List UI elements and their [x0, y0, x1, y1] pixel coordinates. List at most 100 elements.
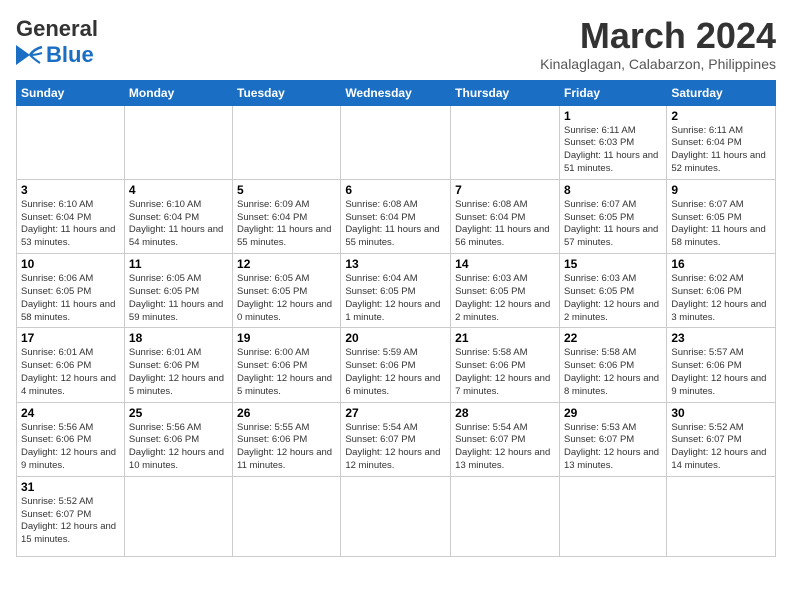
day-info: Sunrise: 5:58 AM Sunset: 6:06 PM Dayligh… — [564, 347, 662, 398]
day-info: Sunrise: 6:00 AM Sunset: 6:06 PM Dayligh… — [237, 347, 336, 398]
day-number: 13 — [345, 257, 446, 271]
calendar-cell-w4-d5: 21Sunrise: 5:58 AM Sunset: 6:06 PM Dayli… — [451, 328, 560, 402]
calendar-cell-w5-d1: 24Sunrise: 5:56 AM Sunset: 6:06 PM Dayli… — [17, 402, 125, 476]
location-subtitle: Kinalaglagan, Calabarzon, Philippines — [540, 56, 776, 72]
day-number: 22 — [564, 331, 662, 345]
day-number: 19 — [237, 331, 336, 345]
day-number: 6 — [345, 183, 446, 197]
col-tuesday: Tuesday — [233, 80, 341, 105]
day-number: 21 — [455, 331, 555, 345]
day-info: Sunrise: 6:11 AM Sunset: 6:04 PM Dayligh… — [671, 125, 771, 176]
week-row-6: 31Sunrise: 5:52 AM Sunset: 6:07 PM Dayli… — [17, 476, 776, 556]
day-info: Sunrise: 6:03 AM Sunset: 6:05 PM Dayligh… — [455, 273, 555, 324]
calendar-cell-w2-d5: 7 Sunrise: 6:08 AM Sunset: 6:04 PM Daylig… — [451, 179, 560, 253]
calendar-cell-w5-d6: 29 Sunrise: 5:53 AM Sunset: 6:07 PM Dayli… — [559, 402, 666, 476]
day-number: 1 — [564, 109, 662, 123]
day-info: Sunrise: 6:06 AM Sunset: 6:05 PM Dayligh… — [21, 273, 120, 324]
day-number: 12 — [237, 257, 336, 271]
calendar-cell-w6-d1: 31Sunrise: 5:52 AM Sunset: 6:07 PM Dayli… — [17, 476, 125, 556]
calendar-cell-w6-d4 — [341, 476, 451, 556]
day-number: 27 — [345, 406, 446, 420]
day-info: Sunrise: 6:10 AM Sunset: 6:04 PM Dayligh… — [21, 199, 120, 250]
col-wednesday: Wednesday — [341, 80, 451, 105]
day-number: 7 — [455, 183, 555, 197]
day-number: 23 — [671, 331, 771, 345]
calendar-cell-w3-d4: 13Sunrise: 6:04 AM Sunset: 6:05 PM Dayli… — [341, 254, 451, 328]
day-number: 5 — [237, 183, 336, 197]
calendar-cell-w6-d6 — [559, 476, 666, 556]
calendar-cell-w4-d6: 22 Sunrise: 5:58 AM Sunset: 6:06 PM Dayli… — [559, 328, 666, 402]
day-info: Sunrise: 5:59 AM Sunset: 6:06 PM Dayligh… — [345, 347, 446, 398]
day-number: 25 — [129, 406, 228, 420]
logo-bottom: Blue — [16, 42, 94, 68]
day-info: Sunrise: 6:01 AM Sunset: 6:06 PM Dayligh… — [21, 347, 120, 398]
day-info: Sunrise: 6:09 AM Sunset: 6:04 PM Dayligh… — [237, 199, 336, 250]
week-row-1: 1 Sunrise: 6:11 AM Sunset: 6:03 PM Daylig… — [17, 105, 776, 179]
calendar-cell-w3-d7: 16Sunrise: 6:02 AM Sunset: 6:06 PM Dayli… — [667, 254, 776, 328]
week-row-5: 24Sunrise: 5:56 AM Sunset: 6:06 PM Dayli… — [17, 402, 776, 476]
day-number: 18 — [129, 331, 228, 345]
page-header: General Blue March 2024 Kinalaglagan, Ca… — [16, 16, 776, 72]
calendar-cell-w2-d3: 5 Sunrise: 6:09 AM Sunset: 6:04 PM Daylig… — [233, 179, 341, 253]
day-number: 30 — [671, 406, 771, 420]
day-number: 11 — [129, 257, 228, 271]
day-info: Sunrise: 6:07 AM Sunset: 6:05 PM Dayligh… — [671, 199, 771, 250]
day-info: Sunrise: 5:57 AM Sunset: 6:06 PM Dayligh… — [671, 347, 771, 398]
calendar-cell-w3-d2: 11 Sunrise: 6:05 AM Sunset: 6:05 PM Dayli… — [124, 254, 232, 328]
calendar-header-row: Sunday Monday Tuesday Wednesday Thursday… — [17, 80, 776, 105]
day-info: Sunrise: 6:01 AM Sunset: 6:06 PM Dayligh… — [129, 347, 228, 398]
calendar-cell-w1-d4 — [341, 105, 451, 179]
calendar-cell-w1-d1 — [17, 105, 125, 179]
day-info: Sunrise: 5:52 AM Sunset: 6:07 PM Dayligh… — [21, 496, 120, 547]
day-info: Sunrise: 5:53 AM Sunset: 6:07 PM Dayligh… — [564, 422, 662, 473]
calendar-table: Sunday Monday Tuesday Wednesday Thursday… — [16, 80, 776, 557]
week-row-2: 3 Sunrise: 6:10 AM Sunset: 6:04 PM Daylig… — [17, 179, 776, 253]
day-number: 9 — [671, 183, 771, 197]
day-number: 4 — [129, 183, 228, 197]
calendar-cell-w4-d7: 23 Sunrise: 5:57 AM Sunset: 6:06 PM Dayli… — [667, 328, 776, 402]
calendar-cell-w3-d6: 15Sunrise: 6:03 AM Sunset: 6:05 PM Dayli… — [559, 254, 666, 328]
day-number: 14 — [455, 257, 555, 271]
day-info: Sunrise: 5:54 AM Sunset: 6:07 PM Dayligh… — [345, 422, 446, 473]
day-number: 28 — [455, 406, 555, 420]
calendar-cell-w1-d3 — [233, 105, 341, 179]
day-number: 26 — [237, 406, 336, 420]
day-number: 15 — [564, 257, 662, 271]
logo-bar: General — [16, 16, 98, 42]
day-info: Sunrise: 6:10 AM Sunset: 6:04 PM Dayligh… — [129, 199, 228, 250]
calendar-cell-w5-d5: 28 Sunrise: 5:54 AM Sunset: 6:07 PM Dayli… — [451, 402, 560, 476]
calendar-cell-w6-d3 — [233, 476, 341, 556]
calendar-cell-w5-d2: 25Sunrise: 5:56 AM Sunset: 6:06 PM Dayli… — [124, 402, 232, 476]
day-number: 29 — [564, 406, 662, 420]
day-number: 10 — [21, 257, 120, 271]
day-info: Sunrise: 5:52 AM Sunset: 6:07 PM Dayligh… — [671, 422, 771, 473]
col-monday: Monday — [124, 80, 232, 105]
day-info: Sunrise: 5:54 AM Sunset: 6:07 PM Dayligh… — [455, 422, 555, 473]
day-info: Sunrise: 6:05 AM Sunset: 6:05 PM Dayligh… — [237, 273, 336, 324]
calendar-cell-w5-d7: 30 Sunrise: 5:52 AM Sunset: 6:07 PM Dayli… — [667, 402, 776, 476]
day-info: Sunrise: 6:07 AM Sunset: 6:05 PM Dayligh… — [564, 199, 662, 250]
calendar-cell-w5-d4: 27 Sunrise: 5:54 AM Sunset: 6:07 PM Dayli… — [341, 402, 451, 476]
day-number: 3 — [21, 183, 120, 197]
day-info: Sunrise: 6:11 AM Sunset: 6:03 PM Dayligh… — [564, 125, 662, 176]
calendar-cell-w6-d2 — [124, 476, 232, 556]
col-thursday: Thursday — [451, 80, 560, 105]
logo-icon — [16, 45, 44, 65]
col-saturday: Saturday — [667, 80, 776, 105]
calendar-cell-w3-d5: 14 Sunrise: 6:03 AM Sunset: 6:05 PM Dayli… — [451, 254, 560, 328]
day-number: 17 — [21, 331, 120, 345]
logo-blue-text: Blue — [46, 42, 94, 68]
week-row-4: 17 Sunrise: 6:01 AM Sunset: 6:06 PM Dayli… — [17, 328, 776, 402]
day-info: Sunrise: 6:08 AM Sunset: 6:04 PM Dayligh… — [455, 199, 555, 250]
day-info: Sunrise: 5:56 AM Sunset: 6:06 PM Dayligh… — [21, 422, 120, 473]
week-row-3: 10 Sunrise: 6:06 AM Sunset: 6:05 PM Dayli… — [17, 254, 776, 328]
month-title: March 2024 — [540, 16, 776, 56]
day-info: Sunrise: 6:05 AM Sunset: 6:05 PM Dayligh… — [129, 273, 228, 324]
day-number: 20 — [345, 331, 446, 345]
calendar-cell-w6-d7 — [667, 476, 776, 556]
day-info: Sunrise: 6:08 AM Sunset: 6:04 PM Dayligh… — [345, 199, 446, 250]
calendar-cell-w4-d1: 17 Sunrise: 6:01 AM Sunset: 6:06 PM Dayli… — [17, 328, 125, 402]
calendar-cell-w2-d2: 4 Sunrise: 6:10 AM Sunset: 6:04 PM Daylig… — [124, 179, 232, 253]
calendar-cell-w2-d4: 6 Sunrise: 6:08 AM Sunset: 6:04 PM Daylig… — [341, 179, 451, 253]
calendar-cell-w2-d1: 3 Sunrise: 6:10 AM Sunset: 6:04 PM Daylig… — [17, 179, 125, 253]
